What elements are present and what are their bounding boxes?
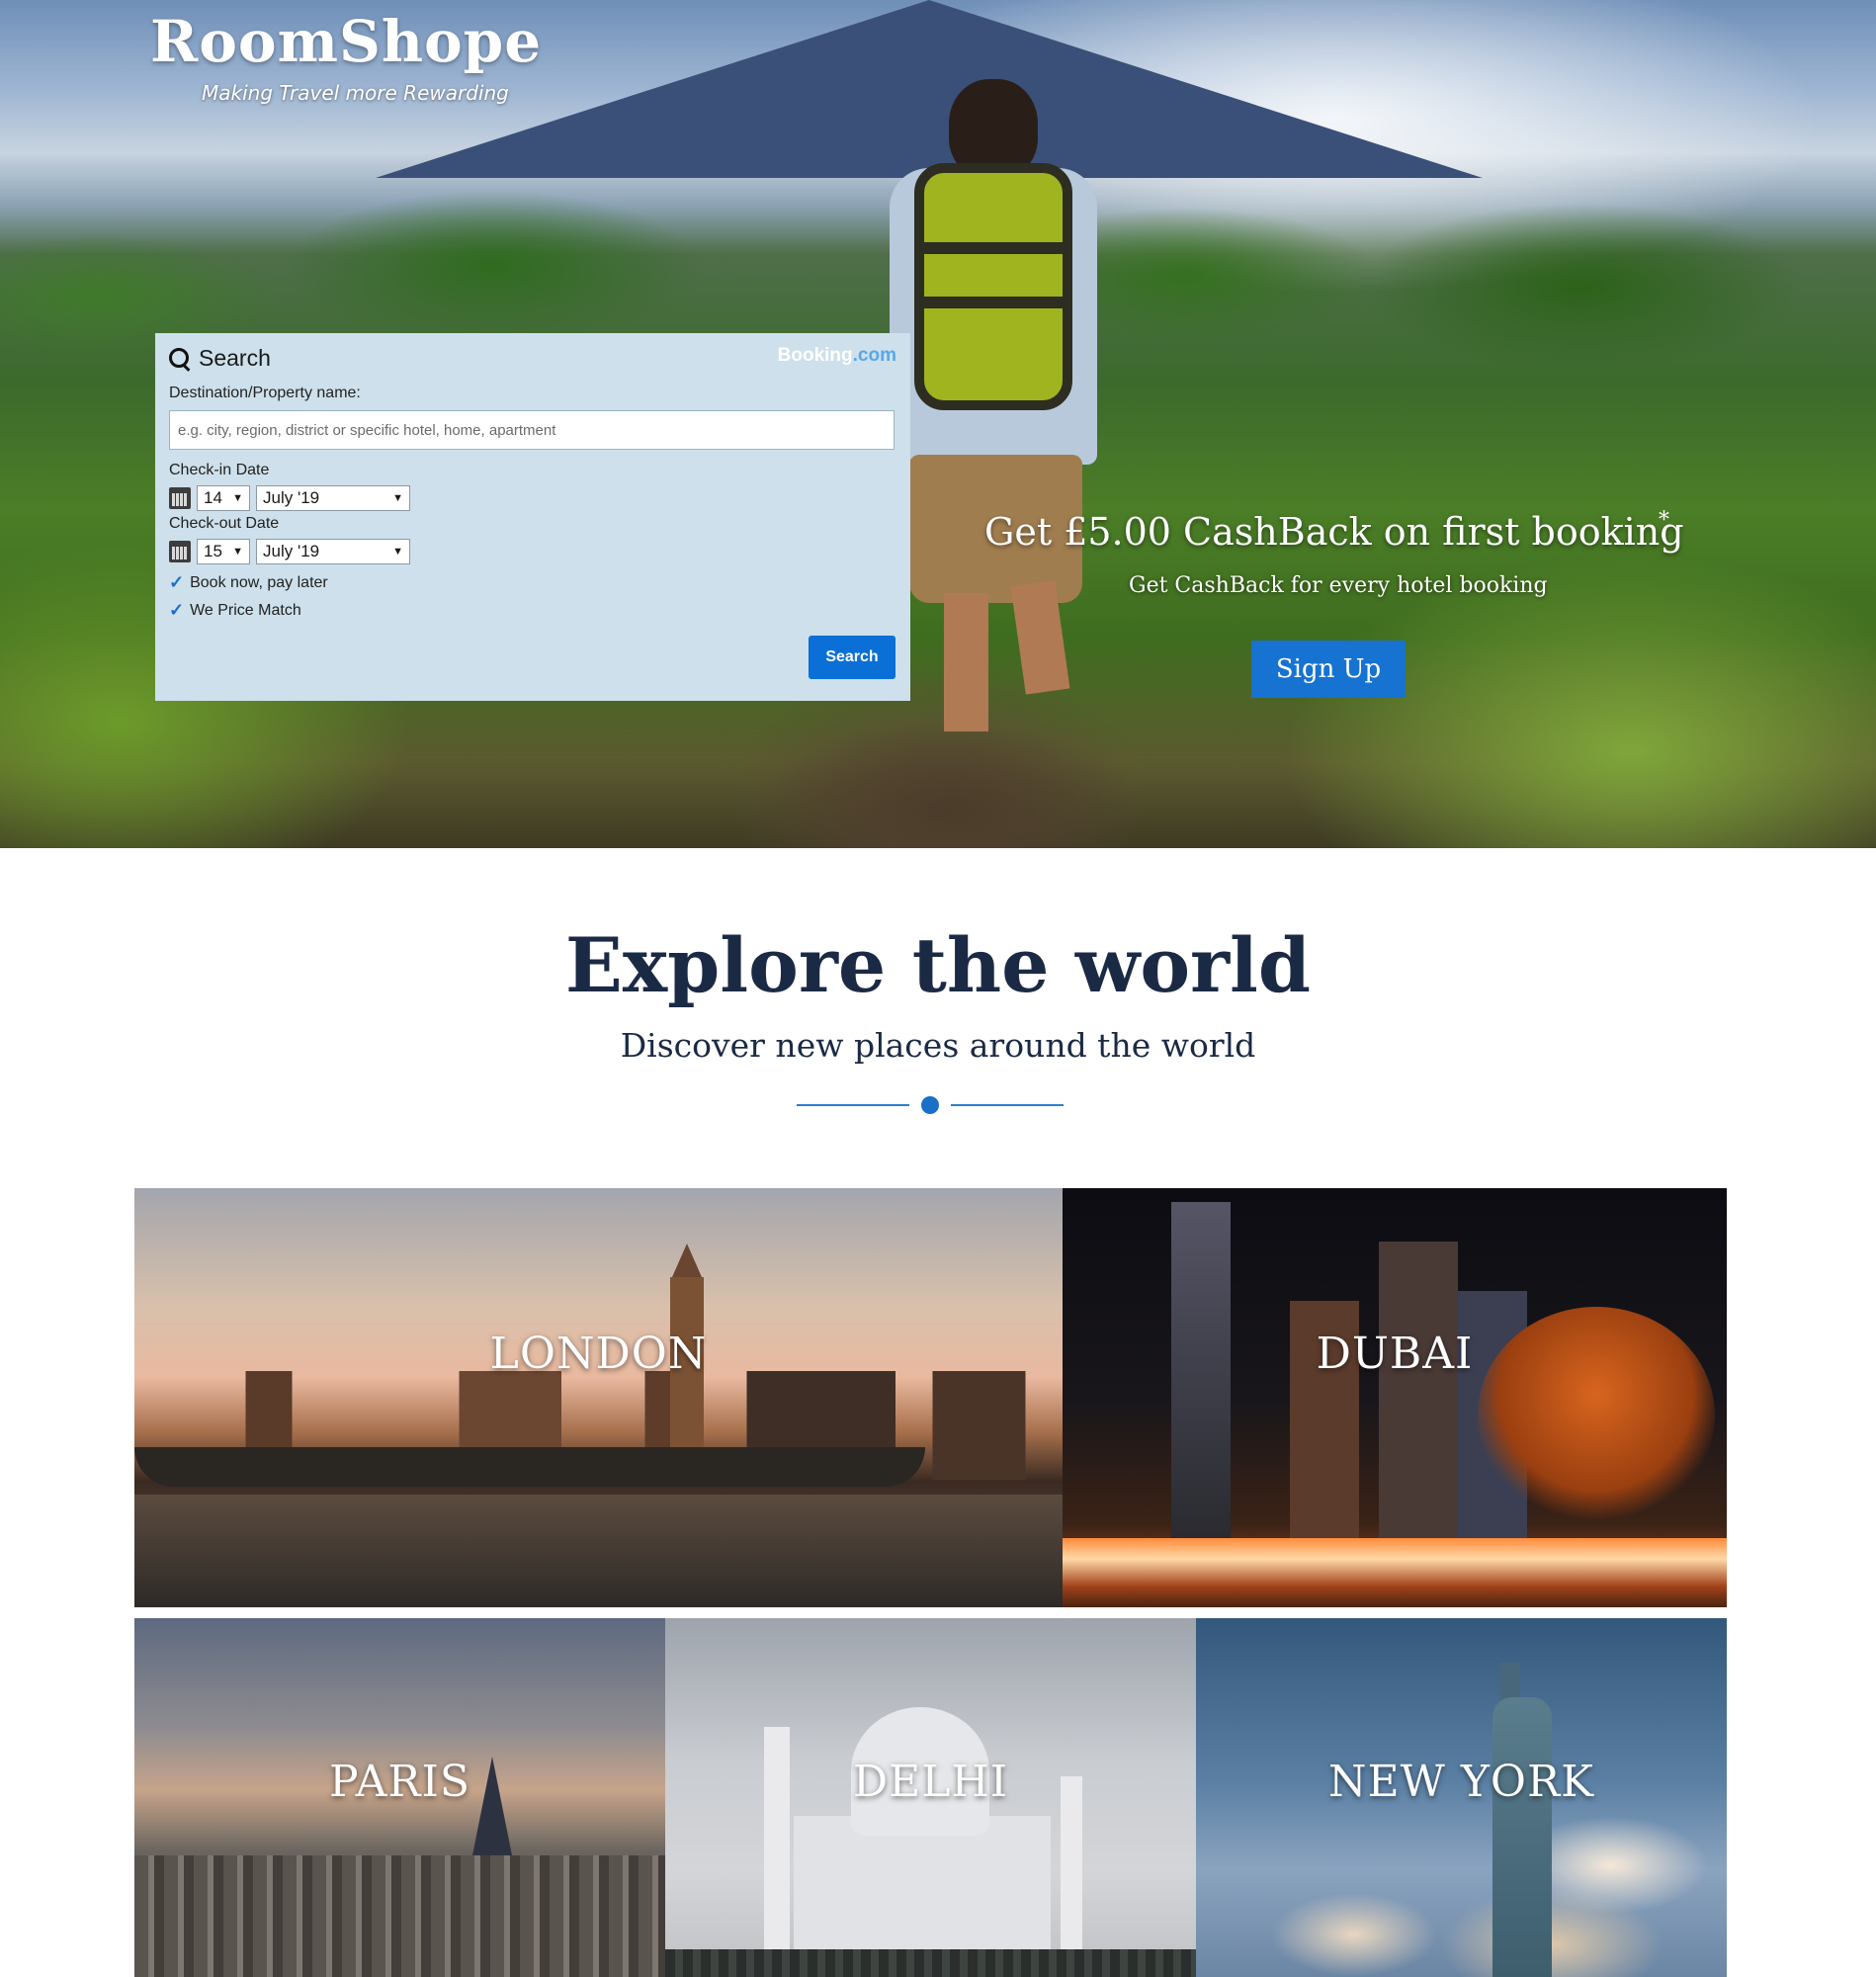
explore-subtitle: Discover new places around the world bbox=[620, 1026, 1256, 1065]
search-button[interactable]: Search bbox=[809, 636, 895, 679]
search-widget: Search Booking.com Destination/Property … bbox=[155, 333, 910, 701]
chevron-down-icon: ▼ bbox=[392, 546, 403, 558]
search-widget-header: Search bbox=[169, 345, 271, 372]
checkin-day-select[interactable]: 14 ▼ bbox=[197, 485, 250, 511]
city-tile-paris[interactable]: PARIS bbox=[134, 1618, 665, 1977]
checkout-month-select[interactable]: July '19 ▼ bbox=[256, 539, 410, 564]
signup-button[interactable]: Sign Up bbox=[1251, 641, 1406, 698]
city-tile-new-york[interactable]: NEW YORK bbox=[1196, 1618, 1727, 1977]
brand-name: RoomShope bbox=[150, 8, 543, 75]
promo-asterisk: * bbox=[1659, 508, 1669, 533]
feature-price-match: ✓ We Price Match bbox=[169, 600, 301, 620]
search-widget-title: Search bbox=[199, 345, 271, 371]
feature-pay-later: ✓ Book now, pay later bbox=[169, 572, 328, 592]
city-name: PARIS bbox=[329, 1757, 470, 1807]
booking-logo: Booking.com bbox=[777, 345, 896, 366]
section-divider bbox=[797, 1095, 1064, 1115]
chevron-down-icon: ▼ bbox=[232, 546, 243, 558]
city-tile-dubai[interactable]: DUBAI bbox=[1063, 1188, 1727, 1607]
calendar-icon[interactable] bbox=[169, 541, 191, 562]
city-tile-london[interactable]: LONDON bbox=[134, 1188, 1063, 1607]
city-name: NEW YORK bbox=[1328, 1757, 1594, 1807]
checkin-month-select[interactable]: July '19 ▼ bbox=[256, 485, 410, 511]
chevron-down-icon: ▼ bbox=[232, 492, 243, 504]
city-name: LONDON bbox=[489, 1329, 708, 1379]
checkout-label: Check-out Date bbox=[169, 515, 280, 532]
hero-banner: RoomShope Making Travel more Rewarding S… bbox=[0, 0, 1876, 848]
brand-logo[interactable]: RoomShope Making Travel more Rewarding bbox=[150, 8, 543, 105]
city-tile-delhi[interactable]: DELHI bbox=[665, 1618, 1196, 1977]
search-icon bbox=[169, 347, 191, 370]
checkin-label: Check-in Date bbox=[169, 462, 270, 478]
promo-title: Get £5.00 CashBack on first booking bbox=[984, 510, 1684, 554]
checkout-row: 15 ▼ July '19 ▼ bbox=[169, 539, 410, 564]
checkout-day-select[interactable]: 15 ▼ bbox=[197, 539, 250, 564]
calendar-icon[interactable] bbox=[169, 487, 191, 509]
checkin-row: 14 ▼ July '19 ▼ bbox=[169, 485, 410, 511]
city-name: DUBAI bbox=[1316, 1329, 1474, 1379]
promo-subtitle: Get CashBack for every hotel booking bbox=[1129, 573, 1548, 598]
brand-tagline: Making Travel more Rewarding bbox=[202, 81, 509, 105]
destination-input[interactable] bbox=[169, 410, 895, 450]
checkmark-icon: ✓ bbox=[169, 600, 185, 620]
destination-label: Destination/Property name: bbox=[169, 385, 361, 401]
city-name: DELHI bbox=[852, 1757, 1009, 1807]
explore-title: Explore the world bbox=[564, 921, 1312, 1009]
checkmark-icon: ✓ bbox=[169, 572, 185, 592]
chevron-down-icon: ▼ bbox=[392, 492, 403, 504]
